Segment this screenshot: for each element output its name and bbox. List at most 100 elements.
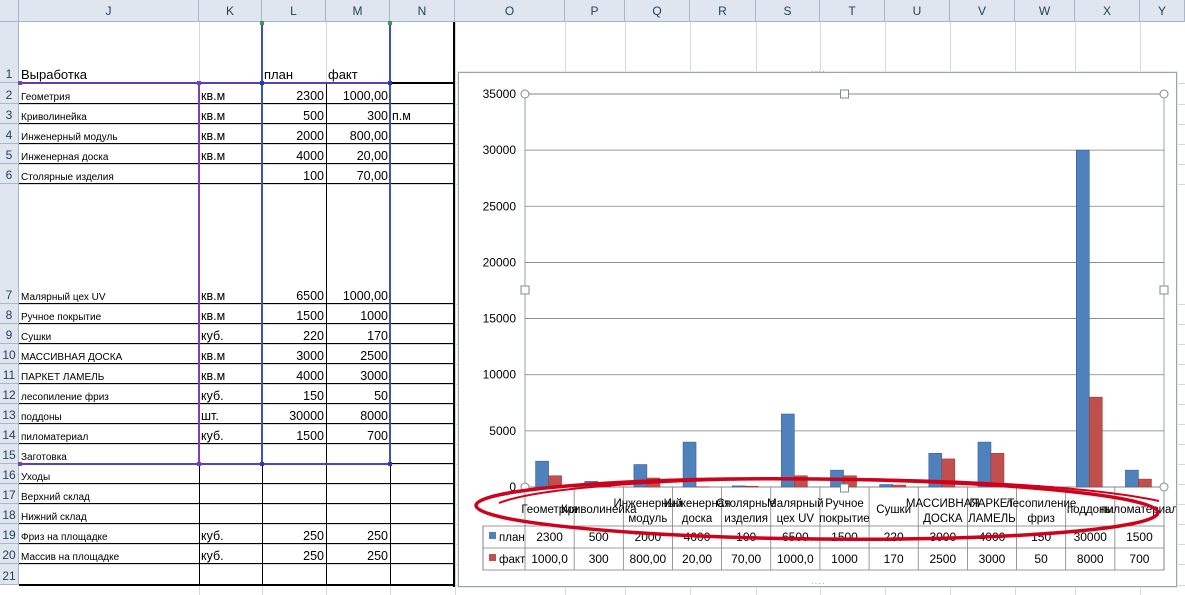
- item-unit-cell[interactable]: куб.: [199, 384, 262, 404]
- item-plan-cell[interactable]: 1500: [262, 424, 326, 444]
- column-header-x[interactable]: X: [1075, 0, 1140, 22]
- item-plan-cell[interactable]: 250: [262, 544, 326, 564]
- item-unit-cell[interactable]: куб.: [199, 544, 262, 564]
- item-name-cell[interactable]: ПАРКЕТ ЛАМЕЛЬ: [19, 364, 199, 384]
- chart-area[interactable]: ···· ···· 0 5000 10000 15000 20000 25000 30000…: [458, 67, 1177, 588]
- item-fact-cell[interactable]: 70,00: [326, 164, 390, 184]
- item-plan-cell[interactable]: 2300: [262, 83, 326, 104]
- bar-plan[interactable]: [535, 460, 549, 488]
- row-header-21[interactable]: 21: [0, 564, 19, 585]
- item-fact-cell[interactable]: 2500: [326, 344, 390, 364]
- item-fact-cell[interactable]: 1000,00: [326, 184, 390, 304]
- bar-plan[interactable]: [1075, 149, 1090, 488]
- item-name-cell[interactable]: пиломатериал: [19, 424, 199, 444]
- item-name-cell[interactable]: Верхний склад: [19, 484, 199, 504]
- item-unit-cell[interactable]: куб.: [199, 524, 262, 544]
- plot-resize-handle[interactable]: [520, 89, 530, 99]
- row-header-8[interactable]: 8: [0, 304, 19, 324]
- plot-resize-handle[interactable]: [1159, 482, 1169, 492]
- item-unit-cell[interactable]: кв.м: [199, 124, 262, 144]
- item-name-cell[interactable]: Заготовка: [19, 444, 199, 464]
- row-header-3[interactable]: 3: [0, 104, 19, 124]
- row-header-2[interactable]: 2: [0, 83, 19, 104]
- bar-plan[interactable]: [879, 484, 893, 488]
- item-plan-cell[interactable]: 4000: [262, 144, 326, 164]
- row-header-4[interactable]: 4: [0, 124, 19, 144]
- bar-fact[interactable]: [1088, 396, 1103, 488]
- item-unit-cell[interactable]: кв.м: [199, 184, 262, 304]
- item-plan-cell[interactable]: 1500: [262, 304, 326, 324]
- item-fact-cell[interactable]: 170: [326, 324, 390, 344]
- row-header-11[interactable]: 11: [0, 364, 19, 384]
- header-label-cell[interactable]: Выработка: [19, 22, 199, 83]
- item-plan-cell[interactable]: 220: [262, 324, 326, 344]
- column-header-w[interactable]: W: [1015, 0, 1075, 22]
- item-name-cell[interactable]: Фриз на площадке: [19, 524, 199, 544]
- row-header-7[interactable]: 7: [0, 184, 19, 304]
- item-unit-cell[interactable]: кв.м: [199, 304, 262, 324]
- item-plan-cell[interactable]: [262, 444, 326, 464]
- column-header-n[interactable]: N: [390, 0, 455, 22]
- row-header-20[interactable]: 20: [0, 544, 19, 564]
- item-plan-cell[interactable]: 30000: [262, 404, 326, 424]
- item-name-cell[interactable]: Массив на площадке: [19, 544, 199, 564]
- item-unit-cell[interactable]: кв.м: [199, 83, 262, 104]
- row-header-17[interactable]: 17: [0, 484, 19, 504]
- column-header-y[interactable]: Y: [1140, 0, 1185, 22]
- plot-resize-handle[interactable]: [840, 483, 849, 493]
- item-note-cell[interactable]: [390, 83, 454, 104]
- item-note-cell[interactable]: [390, 344, 454, 364]
- item-note-cell[interactable]: [390, 504, 454, 524]
- item-fact-cell[interactable]: 700: [326, 424, 390, 444]
- item-unit-cell[interactable]: куб.: [199, 324, 262, 344]
- bar-plan[interactable]: [781, 413, 795, 488]
- row-header-5[interactable]: 5: [0, 144, 19, 164]
- item-fact-cell[interactable]: [326, 444, 390, 464]
- item-note-cell[interactable]: [390, 404, 454, 424]
- row-header-10[interactable]: 10: [0, 344, 19, 364]
- plot-resize-handle[interactable]: [1159, 285, 1169, 295]
- row-header-16[interactable]: 16: [0, 464, 19, 484]
- item-fact-cell[interactable]: 800,00: [326, 124, 390, 144]
- item-name-cell[interactable]: Столярные изделия: [19, 164, 199, 184]
- column-header-t[interactable]: T: [820, 0, 885, 22]
- item-note-cell[interactable]: [390, 124, 454, 144]
- item-fact-cell[interactable]: 250: [326, 524, 390, 544]
- item-note-cell[interactable]: [390, 444, 454, 464]
- column-header-r[interactable]: R: [690, 0, 756, 22]
- item-note-cell[interactable]: [390, 544, 454, 564]
- item-unit-cell[interactable]: кв.м: [199, 104, 262, 124]
- item-fact-cell[interactable]: 1000: [326, 304, 390, 324]
- column-header-s[interactable]: S: [756, 0, 820, 22]
- item-note-cell[interactable]: [390, 524, 454, 544]
- row-header-6[interactable]: 6: [0, 164, 19, 184]
- row-header-18[interactable]: 18: [0, 504, 19, 524]
- item-plan-cell[interactable]: 150: [262, 384, 326, 404]
- item-fact-cell[interactable]: 1000,00: [326, 83, 390, 104]
- plot-resize-handle[interactable]: [520, 285, 530, 295]
- row-header-13[interactable]: 13: [0, 404, 19, 424]
- item-unit-cell[interactable]: куб.: [199, 424, 262, 444]
- item-note-cell[interactable]: [390, 364, 454, 384]
- item-name-cell[interactable]: Уходы: [19, 464, 199, 484]
- item-name-cell[interactable]: Ручное покрытие: [19, 304, 199, 324]
- bar-plan[interactable]: [977, 441, 992, 488]
- item-name-cell[interactable]: лесопиление фриз: [19, 384, 199, 404]
- item-plan-cell[interactable]: 100: [262, 164, 326, 184]
- item-fact-cell[interactable]: 8000: [326, 404, 390, 424]
- bar-fact[interactable]: [990, 453, 1005, 488]
- item-plan-cell[interactable]: 250: [262, 524, 326, 544]
- item-fact-cell[interactable]: 50: [326, 384, 390, 404]
- item-note-cell[interactable]: [390, 424, 454, 444]
- item-unit-cell[interactable]: [199, 164, 262, 184]
- row-header-14[interactable]: 14: [0, 424, 19, 444]
- item-unit-cell[interactable]: [199, 464, 262, 484]
- item-note-cell[interactable]: [390, 384, 454, 404]
- item-unit-cell[interactable]: [199, 484, 262, 504]
- item-fact-cell[interactable]: [326, 464, 390, 484]
- item-name-cell[interactable]: Малярный цех UV: [19, 184, 199, 304]
- row-header-1[interactable]: 1: [0, 22, 19, 83]
- item-name-cell[interactable]: МАССИВНАЯ ДОСКА: [19, 344, 199, 364]
- item-note-cell[interactable]: [390, 464, 454, 484]
- row-header-15[interactable]: 15: [0, 444, 19, 464]
